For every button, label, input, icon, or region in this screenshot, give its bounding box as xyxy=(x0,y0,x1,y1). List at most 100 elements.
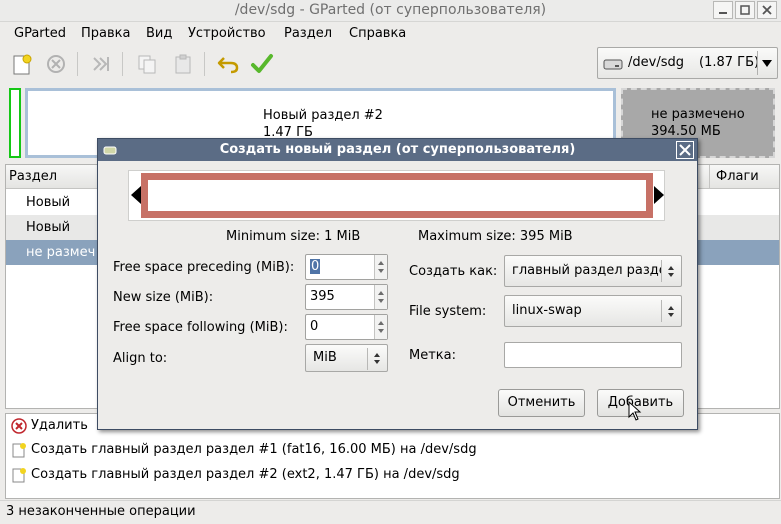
window-titlebar[interactable]: /dev/sdg - GParted (от суперпользователя… xyxy=(0,0,781,22)
free-space-following-value[interactable]: 0 xyxy=(310,319,318,334)
delete-icon xyxy=(11,418,27,434)
device-name: /dev/sdg xyxy=(628,55,684,70)
spinner-buttons[interactable] xyxy=(374,285,387,309)
chevron-up-icon xyxy=(668,306,674,310)
operation-text: Удалить xyxy=(31,418,88,433)
new-size-value[interactable]: 395 xyxy=(310,289,335,304)
resize-right-handle-icon[interactable] xyxy=(654,186,664,204)
spin-up-icon[interactable] xyxy=(378,321,384,325)
toolbar-separator xyxy=(204,52,205,76)
menu-partition[interactable]: Раздел xyxy=(277,23,339,45)
align-to-label: Align to: xyxy=(113,351,168,366)
create-as-label: Создать как: xyxy=(409,264,498,279)
copy-button[interactable] xyxy=(132,49,162,79)
unallocated-name: не размечено xyxy=(651,107,745,122)
column-divider xyxy=(709,165,710,188)
menubar: GParted Правка Вид Устройство Раздел Спр… xyxy=(0,23,781,45)
close-icon xyxy=(762,5,772,15)
file-system-value: linux-swap xyxy=(512,303,582,318)
chevron-down-icon xyxy=(374,360,380,364)
dialog-close-button[interactable] xyxy=(676,141,694,159)
minimize-icon xyxy=(719,12,727,14)
chevron-down-icon xyxy=(668,313,674,317)
resizer-partition-bar[interactable] xyxy=(141,173,653,218)
combo-divider xyxy=(367,348,368,370)
close-window-button[interactable] xyxy=(757,1,777,19)
menu-gparted[interactable]: GParted xyxy=(7,23,73,45)
apply-button[interactable] xyxy=(247,49,277,79)
label-input[interactable] xyxy=(504,342,682,368)
device-size: (1.87 ГБ) xyxy=(699,55,760,70)
resize-move-icon xyxy=(93,57,109,71)
file-system-select[interactable]: linux-swap xyxy=(504,295,682,327)
spinner-buttons[interactable] xyxy=(374,255,387,279)
menu-edit[interactable]: Правка xyxy=(74,23,137,45)
create-as-value: главный раздел раздел xyxy=(512,263,662,278)
free-space-preceding-value[interactable]: 0 xyxy=(310,259,321,274)
apply-checkmark-icon xyxy=(251,54,273,73)
free-space-following-label: Free space following (MiB): xyxy=(113,320,288,335)
chevron-down-icon xyxy=(762,60,772,67)
chevron-up-icon xyxy=(374,353,380,357)
align-to-select[interactable]: MiB xyxy=(305,344,388,372)
spin-down-icon[interactable] xyxy=(378,329,384,333)
minimum-size-label: Minimum size: 1 MiB xyxy=(226,229,361,244)
label-field-label: Метка: xyxy=(409,348,456,363)
minimize-button[interactable] xyxy=(713,1,733,19)
column-flags[interactable]: Флаги xyxy=(716,169,759,184)
status-bar: 3 незаконченные операции xyxy=(0,500,781,524)
delete-icon xyxy=(47,55,65,73)
copy-icon xyxy=(138,55,156,74)
window-title: /dev/sdg - GParted (от суперпользователя… xyxy=(234,2,547,18)
maximize-icon xyxy=(740,5,750,15)
partition-resizer[interactable] xyxy=(128,170,665,221)
menu-help[interactable]: Справка xyxy=(342,23,413,45)
free-space-preceding-label: Free space preceding (MiB): xyxy=(113,260,295,275)
menu-view[interactable]: Вид xyxy=(139,23,179,45)
maximize-button[interactable] xyxy=(735,1,755,19)
free-space-following-spinner[interactable]: 0 xyxy=(305,314,388,340)
chevron-down-icon xyxy=(668,273,674,277)
new-size-spinner[interactable]: 395 xyxy=(305,284,388,310)
resize-left-handle-icon[interactable] xyxy=(131,186,141,204)
unallocated-size: 394.50 МБ xyxy=(651,124,721,139)
toolbar-separator xyxy=(77,52,78,76)
device-selector-divider xyxy=(757,51,758,75)
harddisk-icon xyxy=(603,59,623,70)
operation-text: Создать главный раздел раздел #2 (ext2, … xyxy=(31,467,460,482)
create-as-select[interactable]: главный раздел раздел xyxy=(504,255,682,287)
operation-row[interactable]: Создать главный раздел раздел #2 (ext2, … xyxy=(9,463,769,487)
delete-button[interactable] xyxy=(41,49,71,79)
menu-device[interactable]: Устройство xyxy=(181,23,273,45)
paste-button[interactable] xyxy=(168,49,198,79)
cancel-button[interactable]: Отменить xyxy=(498,389,585,417)
maximum-size-label: Maximum size: 395 MiB xyxy=(418,229,573,244)
file-system-label: File system: xyxy=(409,304,487,319)
partition-name: Новый раздел #2 xyxy=(263,108,383,123)
mouse-cursor-icon xyxy=(628,401,642,421)
new-partition-icon xyxy=(12,443,26,458)
disk-map-selected-partition[interactable] xyxy=(9,88,21,158)
new-partition-button[interactable] xyxy=(7,49,37,79)
operation-row[interactable]: Создать главный раздел раздел #1 (fat16,… xyxy=(9,438,769,462)
spin-down-icon[interactable] xyxy=(378,299,384,303)
align-to-value: MiB xyxy=(313,350,337,365)
spin-up-icon[interactable] xyxy=(378,291,384,295)
gparted-app-icon xyxy=(103,146,117,155)
column-partition[interactable]: Раздел xyxy=(9,169,57,184)
operation-text: Создать главный раздел раздел #1 (fat16,… xyxy=(31,442,477,457)
toolbar-separator xyxy=(122,52,123,76)
chevron-up-icon xyxy=(668,266,674,270)
spin-down-icon[interactable] xyxy=(378,269,384,273)
device-selector[interactable]: /dev/sdg (1.87 ГБ) xyxy=(597,47,778,79)
dialog-title[interactable]: Создать новый раздел (от суперпользовате… xyxy=(98,139,697,161)
combo-divider xyxy=(661,300,662,322)
paste-icon xyxy=(175,54,191,74)
free-space-preceding-spinner[interactable]: 0 xyxy=(305,254,388,280)
spinner-buttons[interactable] xyxy=(374,315,387,339)
undo-button[interactable] xyxy=(213,49,243,79)
undo-icon xyxy=(217,57,239,74)
spin-up-icon[interactable] xyxy=(378,261,384,265)
resize-move-button[interactable] xyxy=(86,49,116,79)
close-icon xyxy=(679,144,691,156)
